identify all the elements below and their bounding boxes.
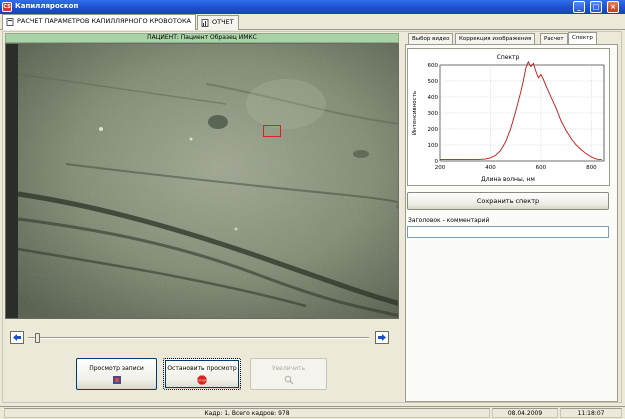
spectrum-point xyxy=(555,107,557,109)
stop-view-button[interactable]: Остановить просмотр STOP xyxy=(163,358,241,390)
y-tick-label: 400 xyxy=(428,95,439,101)
spectrum-point xyxy=(543,79,544,80)
spectrum-point xyxy=(530,66,532,67)
y-tick-label: 100 xyxy=(428,143,439,149)
status-time: 11:18:07 xyxy=(560,408,622,418)
capillary-video-frame xyxy=(5,43,399,319)
spectrum-point xyxy=(485,158,486,160)
spectrum-point xyxy=(439,159,441,160)
x-tick-label: 400 xyxy=(485,165,496,171)
spectrum-point xyxy=(533,63,534,64)
spectrum-point xyxy=(477,159,479,160)
prev-frame-button[interactable] xyxy=(10,331,24,344)
spectrum-point xyxy=(520,91,522,93)
main-tabs: РАСЧЕТ ПАРАМЕТРОВ КАПИЛЛЯРНОГО КРОВОТОКА… xyxy=(0,14,625,30)
spectrum-point xyxy=(500,150,501,151)
spectrum-chart-svg: Спектр Интенсивность Длина волны, нм 010… xyxy=(412,54,605,183)
tab-capillary-calc[interactable]: РАСЧЕТ ПАРАМЕТРОВ КАПИЛЛЯРНОГО КРОВОТОКА xyxy=(2,14,196,30)
close-button[interactable]: × xyxy=(607,1,619,13)
page-icon xyxy=(6,18,14,26)
status-bar: Кадр: 1, Всего кадров: 978 08.04.2009 11… xyxy=(0,406,625,419)
next-frame-button[interactable] xyxy=(375,331,389,344)
tab-label: ОТЧЕТ xyxy=(212,18,234,26)
spectrum-point xyxy=(560,120,562,122)
spectrum-point xyxy=(490,157,491,159)
chart-title: Спектр xyxy=(497,54,520,61)
button-label: Просмотр записи xyxy=(89,365,144,372)
spectrum-point xyxy=(527,61,529,63)
window-title: Капилляроскоп xyxy=(15,2,79,10)
chart-xlabel: Длина волны, нм xyxy=(481,176,535,183)
analysis-tabs: Выбор видео Коррекция изображения Расчет… xyxy=(405,32,620,44)
tab-image-correction[interactable]: Коррекция изображения xyxy=(455,33,536,44)
save-spectrum-button[interactable]: Сохранить спектр xyxy=(407,192,609,210)
x-tick-label: 800 xyxy=(586,165,597,171)
tab-video-select[interactable]: Выбор видео xyxy=(408,33,454,44)
spectrum-point xyxy=(535,71,537,72)
capillary-image xyxy=(6,44,398,318)
app-icon: CS xyxy=(2,2,12,12)
spectrum-point xyxy=(591,156,592,158)
spectrum-point xyxy=(545,85,547,87)
tab-report[interactable]: ОТЧЕТ xyxy=(197,15,239,30)
stop-icon: STOP xyxy=(197,375,207,385)
spectrum-point xyxy=(510,128,511,130)
spectrum-point xyxy=(585,153,587,155)
arrow-left-icon xyxy=(13,334,21,341)
spectrum-point xyxy=(522,80,524,82)
y-tick-label: 300 xyxy=(428,111,439,117)
x-tick-label: 600 xyxy=(536,165,547,171)
frame-slider[interactable] xyxy=(28,333,369,343)
spectrum-point xyxy=(464,159,466,160)
spectrum-point xyxy=(601,159,602,161)
patient-bar: ПАЦИЕНТ: Пациент Образец ИМКС xyxy=(5,33,399,43)
slider-track-line xyxy=(28,337,369,339)
report-icon xyxy=(201,19,209,27)
spectrum-point xyxy=(515,111,517,112)
button-label: Увеличить xyxy=(271,365,306,372)
tab-spectrum[interactable]: Спектр xyxy=(568,32,597,44)
magnifier-icon xyxy=(284,375,293,385)
measurement-marker[interactable] xyxy=(263,125,281,137)
spectrum-point xyxy=(540,74,542,75)
y-tick-label: 500 xyxy=(428,79,439,85)
tab-calculation[interactable]: Расчет xyxy=(540,33,568,44)
chart-ylabel: Интенсивность xyxy=(412,91,418,135)
spectrum-chart: Спектр Интенсивность Длина волны, нм 0 10… xyxy=(407,48,610,186)
zoom-button[interactable]: Увеличить xyxy=(250,358,327,390)
x-tick-label: 200 xyxy=(435,165,446,171)
frame-counter: Кадр: 1, Всего кадров: 978 xyxy=(4,408,490,418)
status-date: 08.04.2009 xyxy=(492,408,558,418)
minimize-button[interactable]: _ xyxy=(573,1,585,13)
y-tick-label: 600 xyxy=(428,63,439,69)
slider-thumb[interactable] xyxy=(35,333,40,343)
comment-label: Заголовок - комментарий xyxy=(408,217,490,224)
tab-label: РАСЧЕТ ПАРАМЕТРОВ КАПИЛЛЯРНОГО КРОВОТОКА xyxy=(17,17,191,25)
spectrum-point xyxy=(525,67,527,69)
svg-text:STOP: STOP xyxy=(198,379,206,383)
film-icon xyxy=(112,376,121,384)
spectrum-point xyxy=(575,144,577,146)
spectrum-point xyxy=(538,77,539,79)
view-record-button[interactable]: Просмотр записи xyxy=(76,358,157,390)
y-tick-label: 200 xyxy=(428,127,439,133)
arrow-right-icon xyxy=(378,334,386,341)
spectrum-point xyxy=(596,158,597,160)
spectrum-point xyxy=(452,159,453,160)
spectrum-point xyxy=(565,130,567,131)
spectrum-point xyxy=(570,138,572,139)
button-label: Остановить просмотр xyxy=(167,365,237,372)
spectrum-point xyxy=(495,155,496,156)
comment-input[interactable] xyxy=(407,226,609,238)
title-bar: CS Капилляроскоп _ □ × xyxy=(0,0,625,14)
chart-plot-frame xyxy=(439,64,605,162)
spectrum-point xyxy=(505,141,506,143)
spectrum-point xyxy=(550,96,552,98)
spectrum-point xyxy=(580,149,582,151)
maximize-button[interactable]: □ xyxy=(590,1,602,13)
